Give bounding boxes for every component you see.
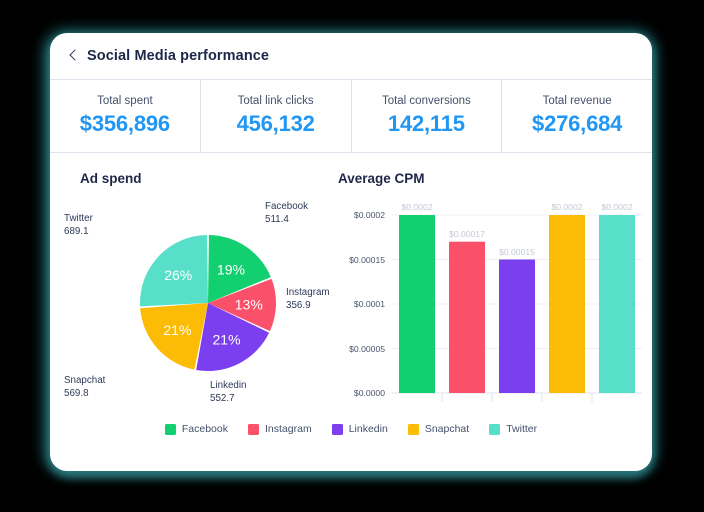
chevron-left-icon[interactable] (68, 49, 77, 64)
pie-slice-label-name: Snapchat (64, 375, 105, 386)
pie-slice-percent: 21% (163, 322, 191, 338)
legend-label: Snapchat (425, 423, 469, 435)
legend-swatch-icon (165, 424, 176, 435)
stat-card: Total revenue $276,684 (502, 80, 652, 152)
legend-swatch-icon (248, 424, 259, 435)
charts-area: Ad spend 19% 13% 21% 21% 26% Facebook 511.4 Ins… (50, 153, 652, 419)
average-cpm-panel: Average CPM $0.0002$0.00015$0.0001$0.000… (330, 163, 652, 419)
bar-value-label: $0.0002 (587, 202, 647, 212)
pie-slice-label-value: 511.4 (265, 214, 289, 225)
pie-slice-label-value: 356.9 (286, 300, 311, 311)
stat-value: $276,684 (532, 111, 622, 137)
legend-item[interactable]: Instagram (248, 423, 312, 435)
y-axis-tick-label: $0.00005 (330, 344, 385, 354)
legend-swatch-icon (408, 424, 419, 435)
pie-slice-percent: 26% (164, 267, 192, 283)
stat-card: Total link clicks 456,132 (201, 80, 352, 152)
page-title: Social Media performance (87, 48, 269, 64)
bar[interactable] (549, 215, 585, 393)
legend-label: Facebook (182, 423, 228, 435)
pie-slice-label-name: Linkedin (210, 380, 247, 391)
stat-label: Total revenue (543, 95, 612, 107)
pie-slice-label-name: Facebook (265, 201, 308, 212)
bar-value-label: $0.00017 (437, 229, 497, 239)
average-cpm-title: Average CPM (338, 171, 652, 186)
legend-swatch-icon (332, 424, 343, 435)
y-axis-tick-label: $0.0000 (330, 388, 385, 398)
pie-slice-percent: 13% (235, 296, 263, 312)
legend-swatch-icon (489, 424, 500, 435)
legend-item[interactable]: Twitter (489, 423, 537, 435)
legend-item[interactable]: Linkedin (332, 423, 388, 435)
bar[interactable] (499, 260, 535, 394)
y-axis-tick-label: $0.0002 (330, 210, 385, 220)
legend-label: Twitter (506, 423, 537, 435)
stat-value: $356,896 (80, 111, 170, 137)
legend-item[interactable]: Facebook (165, 423, 228, 435)
pie-slice-label: Snapchat 569.8 (64, 375, 105, 400)
stats-strip: Total spent $356,896 Total link clicks 456,… (50, 79, 652, 153)
pie-slice-label-value: 689.1 (64, 226, 89, 237)
card-header: Social Media performance (50, 33, 652, 79)
stat-card: Total conversions 142,115 (352, 80, 503, 152)
pie-slice-label-name: Instagram (286, 287, 330, 298)
pie-slice-label: Linkedin 552.7 (210, 380, 247, 405)
pie-slice-label: Twitter 689.1 (64, 213, 93, 238)
pie-slice-percent: 21% (213, 331, 241, 347)
bar[interactable] (599, 215, 635, 393)
pie-slice-percent: 19% (217, 261, 245, 277)
pie-slice-label-value: 569.8 (64, 388, 89, 399)
stat-value: 142,115 (388, 111, 465, 137)
bar[interactable] (449, 242, 485, 393)
pie-slice-label-name: Twitter (64, 213, 93, 224)
pie-chart: 19% 13% 21% 21% 26% Facebook 511.4 Instagram 356… (50, 195, 330, 405)
dashboard-card: Social Media performance Total spent $356… (50, 33, 652, 471)
stat-value: 456,132 (237, 111, 315, 137)
bar-value-label: $0.00015 (487, 247, 547, 257)
y-axis-tick-label: $0.0001 (330, 299, 385, 309)
pie-slice-label: Instagram 356.9 (286, 287, 330, 312)
stat-label: Total link clicks (238, 95, 314, 107)
pie-slice-label: Facebook 511.4 (265, 201, 308, 226)
ad-spend-panel: Ad spend 19% 13% 21% 21% 26% Facebook 511.4 Ins… (50, 163, 330, 419)
legend-label: Linkedin (349, 423, 388, 435)
legend-label: Instagram (265, 423, 312, 435)
stat-label: Total conversions (382, 95, 471, 107)
chart-legend: Facebook Instagram Linkedin Snapchat Twitter (50, 415, 652, 443)
ad-spend-title: Ad spend (80, 171, 330, 186)
stat-card: Total spent $356,896 (50, 80, 201, 152)
pie-slice-label-value: 552.7 (210, 393, 235, 404)
legend-item[interactable]: Snapchat (408, 423, 469, 435)
bar[interactable] (399, 215, 435, 393)
y-axis-tick-label: $0.00015 (330, 255, 385, 265)
bar-value-label: $0.0002 (387, 202, 447, 212)
bar-chart: $0.0002 $0.00015 $0.0001 $0.00005 $0.0000 $0.… (330, 193, 652, 408)
screen: Social Media performance Total spent $356… (0, 0, 704, 512)
stat-label: Total spent (97, 95, 153, 107)
